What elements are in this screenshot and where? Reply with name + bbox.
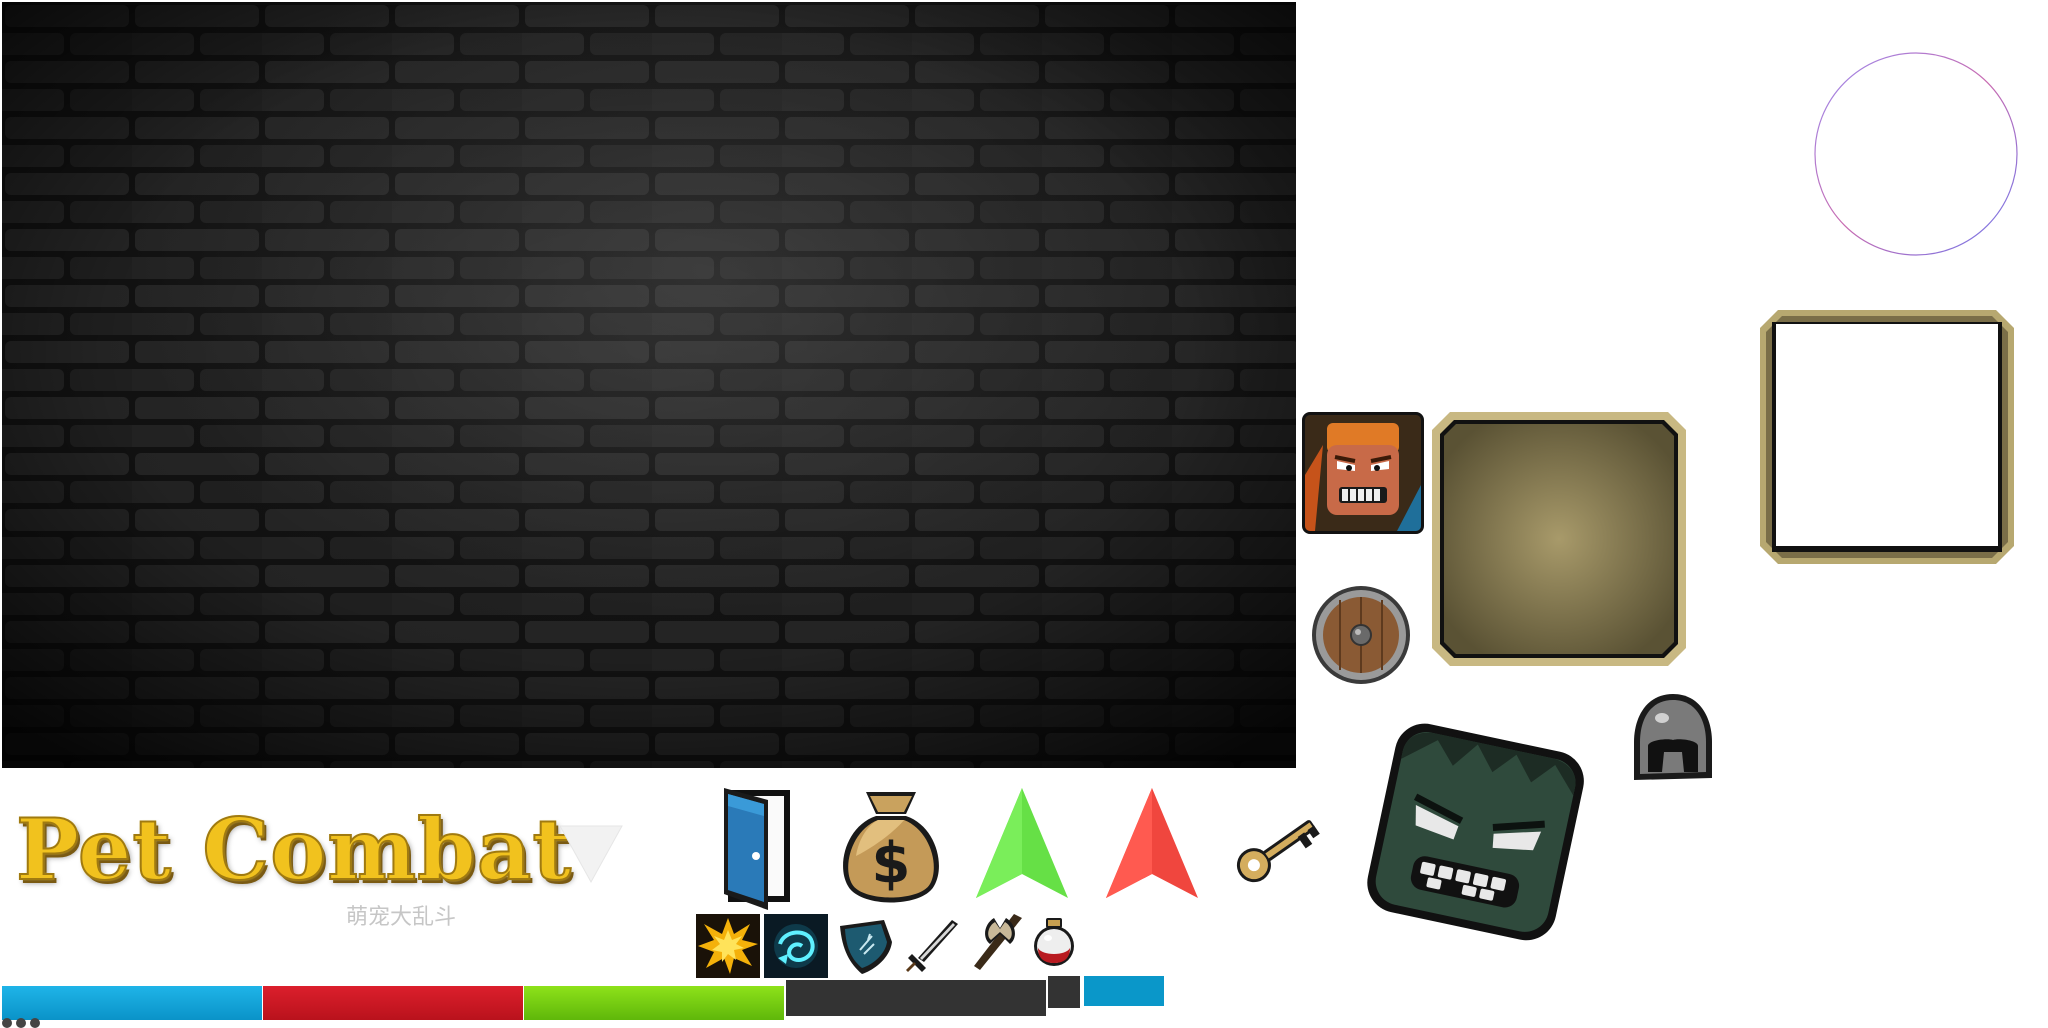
down-triangle-icon bbox=[556, 820, 626, 890]
round-shield-icon[interactable] bbox=[1310, 584, 1412, 686]
indicator-dot bbox=[16, 1018, 26, 1028]
door-graphic bbox=[724, 788, 790, 910]
helmet-graphic bbox=[1634, 694, 1712, 780]
red-up-arrow-icon bbox=[1104, 786, 1200, 900]
indicator-dot bbox=[2, 1018, 12, 1028]
green-up-arrow-icon bbox=[974, 786, 1070, 900]
outline-circle-graphic bbox=[1814, 52, 2018, 256]
hero-face-icon bbox=[1305, 415, 1421, 531]
potion-icon bbox=[1034, 918, 1074, 966]
hero-portrait[interactable] bbox=[1302, 412, 1424, 534]
money-bag-graphic: $ bbox=[843, 792, 939, 903]
rage-bar bbox=[263, 986, 523, 1020]
axe-skill[interactable] bbox=[964, 910, 1028, 974]
key-icon[interactable] bbox=[1226, 800, 1322, 890]
brick-pattern bbox=[2, 2, 1296, 768]
zombie-head-icon[interactable] bbox=[1360, 706, 1592, 954]
brick-wall-background bbox=[2, 2, 1296, 768]
game-title: Pet Combat bbox=[15, 799, 573, 900]
door-icon[interactable] bbox=[722, 786, 794, 910]
green-arrow-graphic bbox=[976, 788, 1068, 898]
key-graphic bbox=[1236, 820, 1320, 883]
health-bar bbox=[2, 986, 262, 1020]
shield-icon bbox=[840, 920, 892, 974]
axe-icon bbox=[974, 914, 1022, 970]
explosion-skill[interactable] bbox=[696, 914, 760, 978]
zombie-graphic bbox=[1367, 723, 1584, 941]
bar-end-cap bbox=[1048, 976, 1080, 1008]
spirit-skill[interactable] bbox=[764, 914, 828, 978]
explosion-icon bbox=[696, 914, 760, 978]
svg-text:$: $ bbox=[872, 831, 911, 896]
helmet-icon[interactable] bbox=[1628, 690, 1718, 786]
potion-skill[interactable] bbox=[1028, 916, 1080, 968]
empty-bar-track bbox=[786, 980, 1046, 1016]
money-bag-icon[interactable]: $ bbox=[836, 786, 946, 910]
red-arrow-graphic bbox=[1106, 788, 1198, 898]
outline-circle bbox=[1812, 50, 2020, 258]
page-indicator-dots bbox=[2, 1018, 46, 1028]
hollow-frame-graphic bbox=[1760, 310, 2014, 564]
sword-icon bbox=[906, 920, 958, 972]
spirit-icon bbox=[764, 914, 828, 978]
shield-skill[interactable] bbox=[834, 914, 898, 978]
sword-skill[interactable] bbox=[900, 914, 964, 978]
experience-bar bbox=[524, 986, 784, 1020]
game-subtitle: 萌宠大乱斗 bbox=[346, 905, 457, 930]
accent-bar-segment bbox=[1084, 976, 1164, 1006]
round-shield-graphic bbox=[1312, 586, 1410, 684]
hollow-gold-frame bbox=[1758, 308, 2016, 566]
tan-panel-frame bbox=[1430, 410, 1688, 668]
tan-frame-graphic bbox=[1432, 412, 1686, 666]
down-triangle-graphic bbox=[559, 825, 623, 884]
indicator-dot bbox=[30, 1018, 40, 1028]
